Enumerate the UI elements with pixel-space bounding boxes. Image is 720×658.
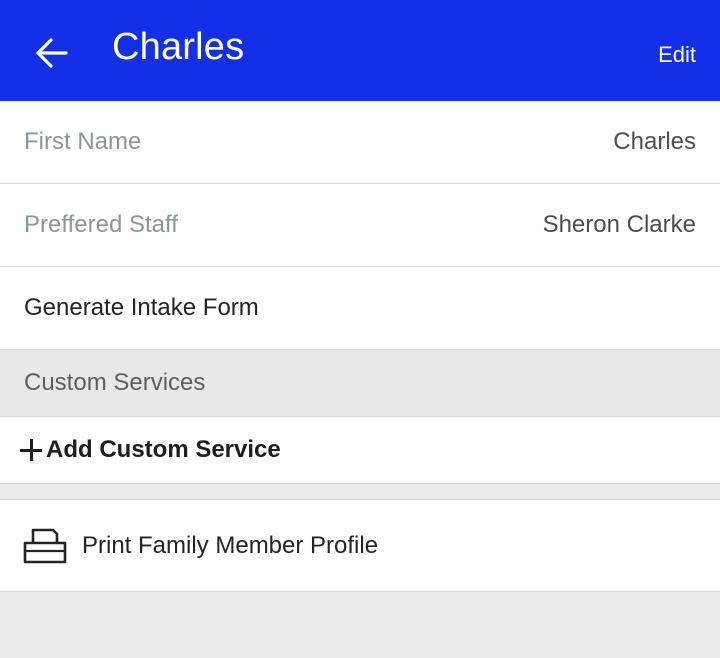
preferred-staff-label: Preffered Staff bbox=[24, 211, 178, 238]
add-custom-service-label: Add Custom Service bbox=[46, 436, 281, 463]
first-name-row: First Name Charles bbox=[0, 101, 720, 184]
preferred-staff-row[interactable]: Preffered Staff Sheron Clarke bbox=[0, 184, 720, 267]
app: Charles Edit First Name Charles Preffere… bbox=[0, 0, 720, 658]
preferred-staff-value: Sheron Clarke bbox=[542, 211, 696, 238]
print-profile-label: Print Family Member Profile bbox=[82, 531, 379, 559]
first-name-value: Charles bbox=[613, 128, 696, 155]
back-button[interactable] bbox=[30, 35, 74, 75]
edit-button[interactable]: Edit bbox=[658, 42, 696, 68]
plus-icon bbox=[20, 439, 42, 461]
arrow-left-icon bbox=[35, 37, 69, 73]
generate-intake-form-button[interactable]: Generate Intake Form bbox=[0, 267, 720, 350]
section-spacer bbox=[0, 484, 720, 500]
add-custom-service-button[interactable]: Add Custom Service bbox=[0, 417, 720, 484]
first-name-label: First Name bbox=[24, 128, 142, 155]
top-bar: Charles Edit bbox=[0, 0, 720, 101]
generate-intake-form-label: Generate Intake Form bbox=[24, 294, 259, 321]
print-profile-button[interactable]: Print Family Member Profile bbox=[0, 500, 720, 592]
printer-icon bbox=[22, 526, 68, 566]
custom-services-header: Custom Services bbox=[0, 350, 720, 417]
custom-services-title: Custom Services bbox=[24, 369, 206, 396]
page-title: Charles bbox=[112, 26, 245, 68]
